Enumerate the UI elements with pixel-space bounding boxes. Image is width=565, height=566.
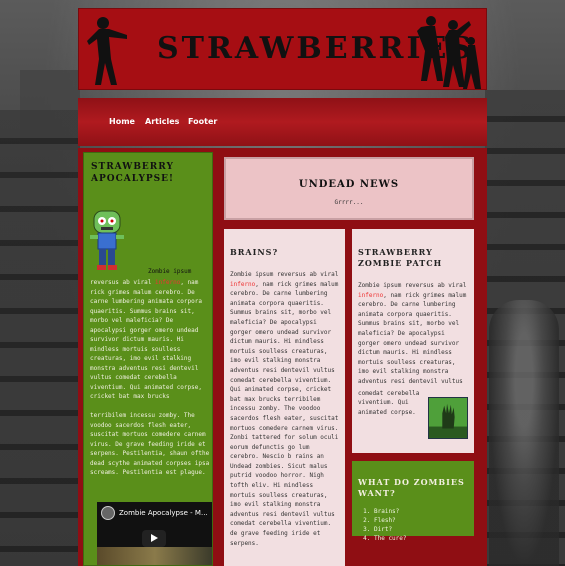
patch-paragraph: Zombie ipsum reversus ab viral inferno, … (358, 282, 467, 385)
undead-news-panel: UNDEAD NEWS Grrrr... (224, 157, 474, 220)
list-item: Flesh? (374, 516, 468, 525)
zombie-silhouette-left-icon (87, 17, 127, 85)
list-item: The cure? (374, 534, 468, 543)
sidebar-paragraph: reversus ab viral inferno, nam rick grim… (90, 279, 202, 400)
patch-paragraph-2: comedat cerebella viventium. Qui animate… (358, 389, 420, 416)
news-subtitle: Grrrr... (334, 199, 364, 206)
brains-title: BRAINS? (230, 247, 279, 257)
zombie-patch-article: STRAWBERRY ZOMBIE PATCH Zombie ipsum rev… (352, 229, 474, 453)
news-title: UNDEAD NEWS (298, 179, 400, 190)
zombie-hand-image (428, 397, 468, 439)
list-item: Brains? (374, 507, 468, 516)
brains-paragraph: Zombie ipsum reversus ab viral inferno, … (230, 271, 339, 547)
zombie-wants-panel: WHAT DO ZOMBIES WANT? Brains? Flesh? Dir… (352, 461, 474, 542)
video-title[interactable]: Zombie Apocalypse - M... (119, 509, 208, 517)
play-icon[interactable] (142, 530, 166, 547)
cartoon-zombie-image (90, 210, 124, 270)
channel-avatar-icon (101, 506, 115, 520)
wants-list: Brains? Flesh? Dirt? The cure? (374, 507, 468, 543)
ruined-building-left (0, 110, 80, 566)
sidebar-image-caption: Zombie ipsum (148, 268, 192, 275)
inferno-link[interactable]: inferno (230, 281, 255, 288)
nav-articles-link[interactable]: Articles (145, 117, 179, 126)
page-wrapper: STRAWBERRIES Home Articles Footer STRAWB… (78, 8, 487, 566)
wants-title: WHAT DO ZOMBIES WANT? (358, 477, 465, 498)
inferno-link[interactable]: inferno (358, 292, 383, 299)
brains-article: BRAINS? Zombie ipsum reversus ab viral i… (224, 229, 345, 566)
nav-footer-link[interactable]: Footer (188, 117, 217, 126)
list-item: Dirt? (374, 525, 468, 534)
zombie-background-figure (489, 300, 559, 566)
sidebar-paragraph-2: terribilem incessu zomby. The voodoo sac… (90, 412, 210, 476)
inferno-link[interactable]: inferno (155, 279, 180, 286)
sidebar-title: STRAWBERRY APOCALYPSE! (91, 162, 174, 184)
nav-home-link[interactable]: Home (109, 117, 135, 126)
sidebar: STRAWBERRY APOCALYPSE! Zombie ipsum reve… (83, 152, 213, 566)
patch-title: STRAWBERRY ZOMBIE PATCH (358, 247, 443, 268)
site-header: STRAWBERRIES (78, 8, 487, 90)
zombie-horde-silhouette-icon (417, 16, 481, 89)
video-thumbnail (97, 547, 212, 565)
embedded-video-player[interactable]: Zombie Apocalypse - M... (97, 502, 212, 565)
main-navigation: Home Articles Footer (78, 98, 487, 146)
site-title: STRAWBERRIES (157, 31, 475, 66)
